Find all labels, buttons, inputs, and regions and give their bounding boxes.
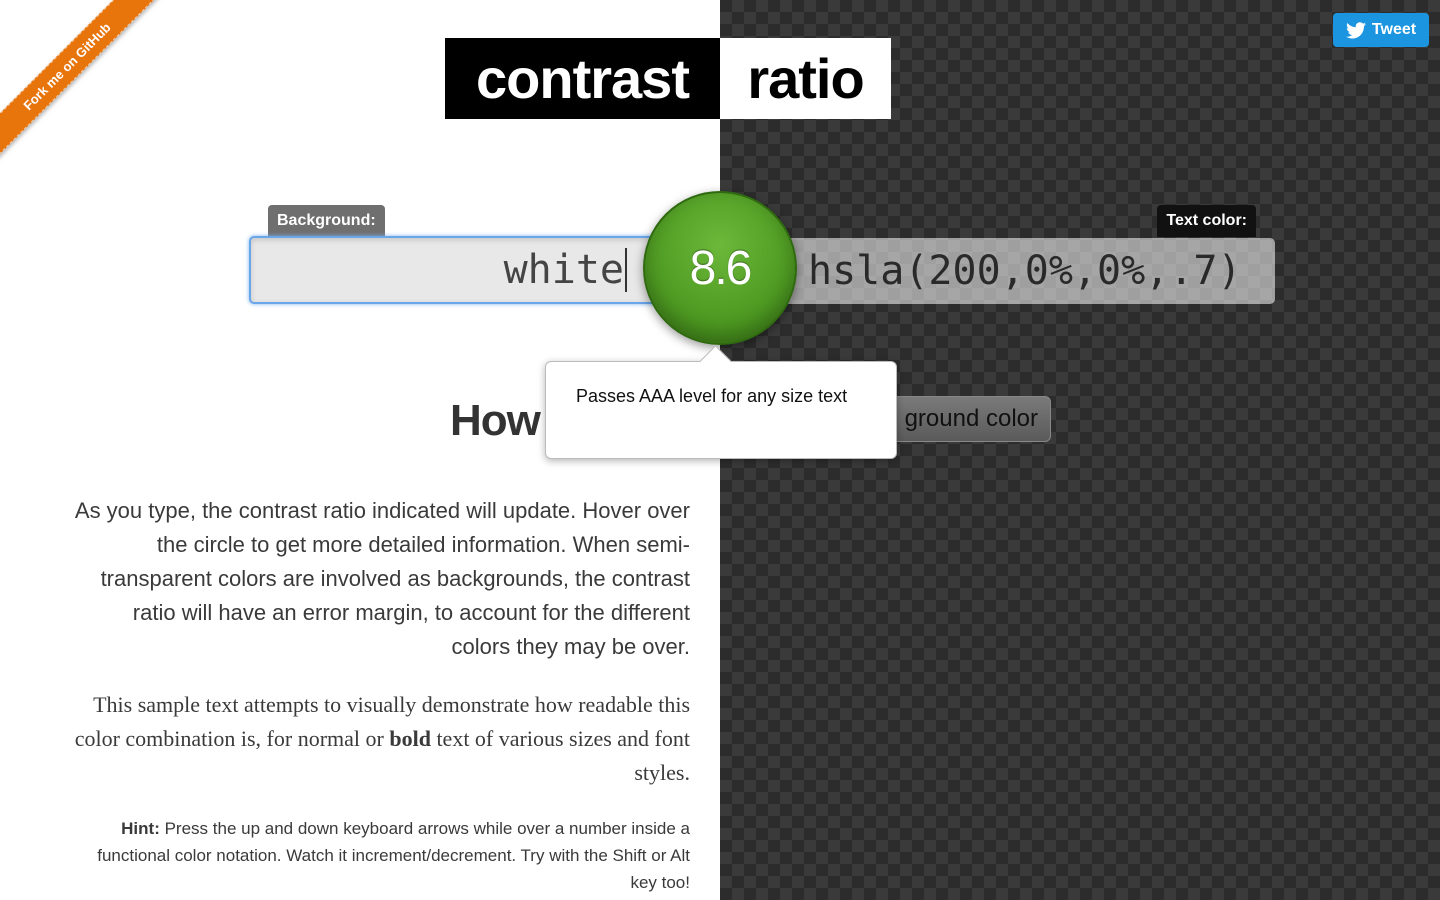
background-color-input[interactable]: white xyxy=(249,236,669,304)
background-color-value[interactable]: white xyxy=(504,247,624,293)
hint-paragraph: Hint: Press the up and down keyboard arr… xyxy=(70,815,690,896)
title-part-contrast: contrast xyxy=(445,38,720,119)
text-color-value[interactable]: hsla(200,0%,0%,.7) xyxy=(808,248,1241,294)
swap-colors-label: ground color xyxy=(904,405,1038,432)
text-caret xyxy=(625,248,627,292)
background-label: Background: xyxy=(268,205,385,237)
sample-text: This sample text attempts to visually de… xyxy=(70,688,690,790)
section-heading: How xyxy=(450,396,541,445)
hint-label: Hint: xyxy=(121,819,160,838)
text-color-input[interactable]: hsla(200,0%,0%,.7) xyxy=(772,238,1275,304)
page-title: contrast ratio xyxy=(445,38,891,119)
ratio-tooltip: Passes AAA level for any size text xyxy=(545,361,897,459)
intro-paragraph: As you type, the contrast ratio indicate… xyxy=(74,498,690,659)
github-ribbon[interactable]: Fork me on GitHub xyxy=(0,0,170,170)
github-ribbon-label[interactable]: Fork me on GitHub xyxy=(0,0,166,166)
contrast-ratio-circle[interactable]: 8.6 xyxy=(643,191,797,345)
sample-text-after: text of various sizes and font styles. xyxy=(430,726,690,785)
title-part-ratio: ratio xyxy=(720,38,891,119)
text-color-label: Text color: xyxy=(1157,205,1256,237)
hint-text: Press the up and down keyboard arrows wh… xyxy=(97,819,690,892)
twitter-bird-icon xyxy=(1345,21,1366,38)
tweet-button[interactable]: Tweet xyxy=(1333,13,1429,47)
tweet-label: Tweet xyxy=(1371,21,1417,38)
sample-text-bold: bold xyxy=(389,726,431,751)
contrast-ratio-value: 8.6 xyxy=(689,241,753,295)
